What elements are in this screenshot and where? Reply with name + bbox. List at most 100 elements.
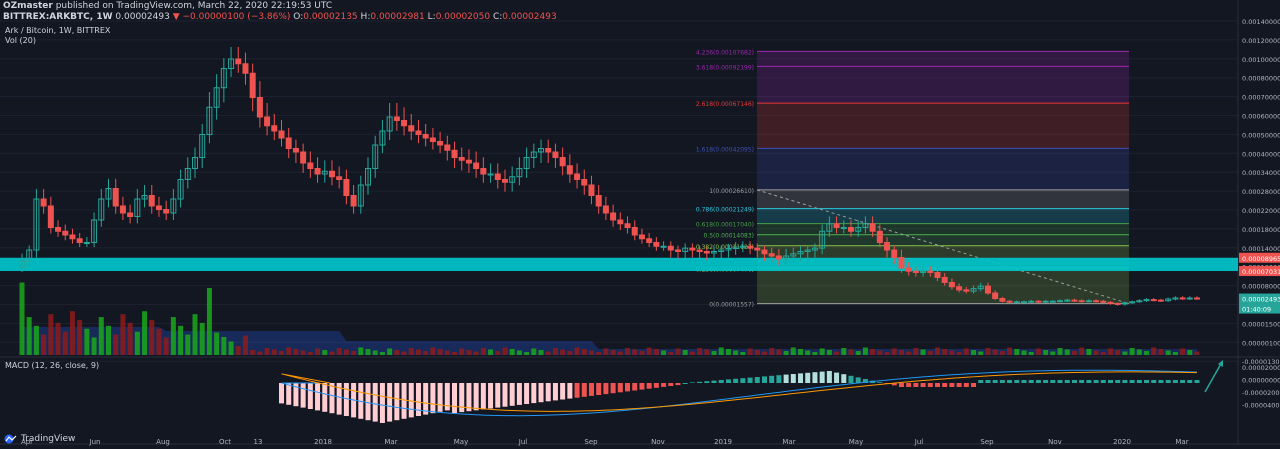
macd-histogram-bar	[697, 381, 703, 383]
macd-histogram-bar	[581, 383, 587, 397]
time-tick-label: May	[849, 438, 863, 446]
volume-bar	[531, 348, 537, 355]
macd-histogram-bar	[689, 382, 695, 383]
candle	[1186, 297, 1193, 300]
volume-bar	[452, 352, 458, 355]
price-tick-label: 0.00018000	[1242, 226, 1280, 234]
volume-bar	[588, 350, 594, 355]
volume-bar	[682, 350, 688, 355]
macd-histogram-bar	[855, 377, 861, 383]
candle	[76, 238, 83, 243]
candle	[473, 162, 480, 169]
macd-histogram-bar	[538, 383, 544, 403]
candle	[747, 245, 754, 249]
candle	[703, 251, 710, 254]
macd-histogram-bar	[1093, 380, 1099, 383]
macd-histogram-bar	[322, 383, 328, 412]
candle	[1114, 302, 1121, 305]
candle	[437, 141, 444, 146]
candle	[660, 245, 667, 248]
candle	[739, 245, 746, 248]
legend-vol[interactable]: Vol (20)	[5, 36, 110, 46]
published: published on TradingView.com, March 22, …	[55, 1, 333, 11]
candle	[1100, 300, 1107, 303]
volume-bar	[805, 350, 811, 355]
volume-bar	[704, 349, 710, 355]
macd-histogram-bar	[682, 383, 688, 384]
candle	[905, 267, 912, 272]
candle	[393, 116, 400, 121]
candle	[948, 281, 955, 288]
candle	[552, 151, 559, 158]
volume-bar	[826, 350, 832, 355]
author[interactable]: OZmaster	[3, 1, 53, 11]
candle	[494, 173, 501, 180]
volume-bar	[170, 317, 176, 355]
fib-band	[757, 103, 1129, 149]
macd-histogram-bar	[1064, 380, 1070, 383]
macd-histogram-bar	[1151, 380, 1157, 383]
candle	[1028, 300, 1035, 303]
macd-histogram-bar	[1021, 380, 1027, 383]
volume-bar	[142, 311, 148, 355]
macd-histogram-bar	[1050, 380, 1056, 383]
volume-bar	[610, 350, 616, 355]
candle	[429, 137, 436, 142]
macd-histogram-bar	[1129, 380, 1135, 383]
candle	[1013, 301, 1020, 304]
volume-bar	[134, 331, 140, 355]
candle	[1107, 301, 1114, 304]
volume-bar	[286, 347, 292, 355]
volume-bar	[1014, 349, 1020, 355]
volume-bar	[120, 314, 126, 355]
candle	[646, 238, 653, 243]
volume-bar	[891, 348, 897, 355]
volume-bar	[581, 349, 587, 355]
volume-bar	[77, 320, 83, 355]
candle	[336, 176, 343, 180]
change: ▼ −0.00000100 (−3.86%)	[172, 12, 291, 22]
macd-histogram-bar	[488, 383, 494, 409]
price-chart[interactable]: 4.236(0.00107682) 3.618(0.00092199) 2.618(…	[0, 0, 1280, 449]
macd-histogram-bar	[841, 374, 847, 383]
candle	[869, 223, 876, 232]
candle	[465, 159, 472, 164]
volume-bar	[163, 337, 169, 355]
volume-bar	[603, 348, 609, 355]
volume-bar	[473, 351, 479, 355]
candle	[444, 144, 451, 151]
symbol[interactable]: BITTREX:ARKBTC, 1W	[3, 12, 113, 22]
macd-histogram-bar	[898, 383, 904, 387]
legend-title[interactable]: Ark / Bitcoin, 1W, BITTREX	[5, 26, 110, 36]
volume-bar	[1136, 349, 1142, 355]
macd-histogram-bar	[805, 372, 811, 383]
candle	[934, 271, 941, 278]
candle	[1006, 300, 1013, 303]
volume-bar	[372, 350, 378, 355]
candle	[624, 223, 631, 228]
low-value: 0.00002050	[435, 12, 491, 22]
macd-histogram-bar	[423, 383, 429, 415]
volume-bar	[228, 341, 234, 355]
volume-bar	[1107, 348, 1113, 355]
macd-legend[interactable]: MACD (12, 26, close, 9)	[5, 361, 99, 370]
price-tick-label: 0.00140000	[1242, 18, 1280, 26]
c-label: C:	[492, 12, 503, 22]
candle	[999, 298, 1006, 302]
volume-bar	[963, 348, 969, 355]
fib-band	[757, 208, 1129, 224]
volume-bar	[1079, 347, 1085, 355]
volume-bar	[1180, 348, 1186, 355]
volume-bar	[783, 351, 789, 355]
volume-bar	[250, 350, 256, 355]
volume-bar	[480, 348, 486, 355]
volume-bar	[819, 348, 825, 355]
candle	[559, 157, 566, 167]
volume-bar	[625, 348, 631, 355]
volume-bar	[956, 352, 962, 355]
volume-bar	[336, 348, 342, 355]
volume-bar	[459, 348, 465, 355]
candle	[458, 157, 465, 161]
macd-histogram-bar	[1187, 380, 1193, 383]
candle	[69, 234, 76, 240]
